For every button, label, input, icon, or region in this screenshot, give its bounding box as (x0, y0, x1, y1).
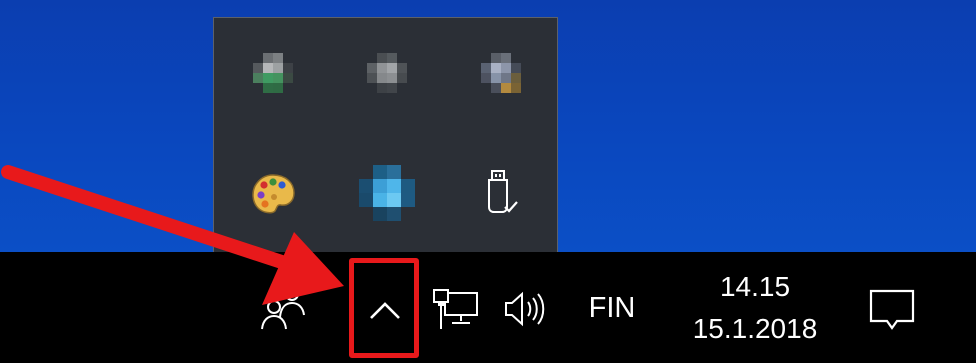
usb-drive-graphic (488, 170, 518, 213)
blurred-app-icon-1[interactable] (234, 38, 312, 108)
palette-graphic (252, 174, 295, 214)
input-language-indicator[interactable]: FIN (572, 280, 652, 336)
pixelated-icon (253, 53, 293, 93)
network-icon[interactable] (430, 285, 482, 333)
blurred-app-icon-3[interactable] (462, 38, 540, 108)
people-glyph (261, 287, 305, 330)
volume-glyph (505, 291, 545, 327)
network-glyph (433, 289, 478, 329)
blurred-app-icon-4[interactable] (348, 158, 426, 228)
pixelated-icon (481, 53, 521, 93)
speaker-volume-icon[interactable] (497, 285, 551, 333)
hidden-icons-flyout (213, 17, 558, 252)
safely-remove-hardware-icon[interactable] (462, 158, 540, 228)
paint-palette-icon[interactable] (234, 158, 312, 228)
notification-icon (869, 289, 915, 330)
pixelated-icon (367, 53, 407, 93)
annotation-highlight-box (349, 258, 419, 358)
clock-time: 14.15 (719, 271, 791, 302)
people-icon[interactable] (255, 280, 311, 336)
action-center-button[interactable] (862, 280, 922, 340)
taskbar-clock[interactable]: 14.15 15.1.2018 (670, 258, 840, 358)
blurred-app-icon-2[interactable] (348, 38, 426, 108)
clock-date: 15.1.2018 (692, 313, 818, 344)
pixelated-icon (359, 165, 415, 221)
